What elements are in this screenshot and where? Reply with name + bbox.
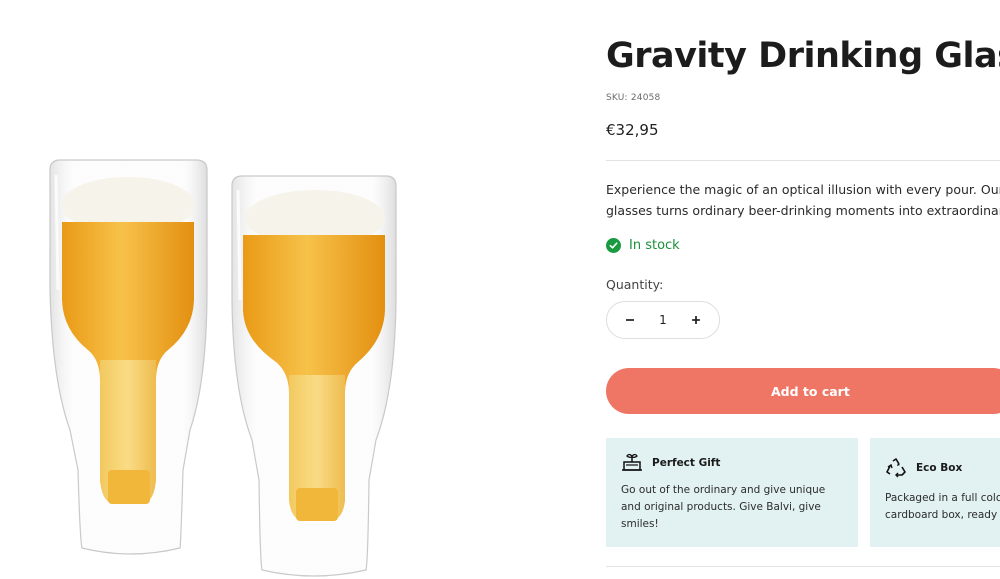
minus-icon: [626, 319, 634, 321]
feature-text-line: smiles!: [621, 518, 659, 530]
feature-text-line: Go out of the ordinary and give unique: [621, 484, 826, 496]
add-to-cart-button[interactable]: Add to cart: [606, 368, 1000, 414]
feature-text-line: cardboard box, ready t: [885, 509, 1000, 521]
product-description: Experience the magic of an optical illus…: [606, 179, 1000, 221]
beer-glasses-image: [49, 159, 397, 577]
check-circle-icon: [606, 238, 621, 253]
feature-card-perfect-gift: Perfect Gift Go out of the ordinary and …: [606, 438, 858, 547]
product-image: [0, 0, 580, 579]
feature-card-header: Perfect Gift: [621, 453, 720, 473]
feature-text-line: Packaged in a full colo: [885, 492, 1000, 504]
left-glass: [49, 159, 208, 555]
right-glass: [231, 175, 397, 577]
increase-quantity-button[interactable]: [687, 311, 705, 329]
feature-card-header: Eco Box: [885, 458, 962, 478]
divider: [606, 160, 1000, 161]
stock-status-label: In stock: [629, 238, 680, 253]
feature-card-title: Eco Box: [916, 462, 963, 474]
decrease-quantity-button[interactable]: [621, 311, 639, 329]
feature-card-text: Go out of the ordinary and give unique a…: [621, 482, 825, 533]
quantity-value[interactable]: 1: [659, 313, 667, 327]
product-price: €32,95: [606, 121, 659, 139]
feature-text-line: and original products. Give Balvi, give: [621, 501, 821, 513]
description-line-1: Experience the magic of an optical illus…: [606, 182, 1000, 197]
recycle-icon: [886, 458, 906, 478]
quantity-stepper: 1: [606, 301, 720, 339]
feature-card-eco-box: Eco Box Packaged in a full colo cardboar…: [870, 438, 1000, 547]
product-info: Gravity Drinking Glass SKU: 24058 €32,95…: [606, 0, 1000, 579]
feature-card-title: Perfect Gift: [652, 457, 721, 469]
product-sku: SKU: 24058: [606, 93, 661, 103]
product-title: Gravity Drinking Glass: [606, 36, 1000, 76]
feature-card-text: Packaged in a full colo cardboard box, r…: [885, 490, 1000, 524]
plus-icon: [691, 316, 700, 324]
divider: [606, 566, 1000, 567]
description-line-2: glasses turns ordinary beer-drinking mom…: [606, 203, 1000, 218]
stock-status: In stock: [606, 238, 680, 253]
quantity-label: Quantity:: [606, 277, 664, 292]
gift-box-icon: [622, 453, 642, 471]
